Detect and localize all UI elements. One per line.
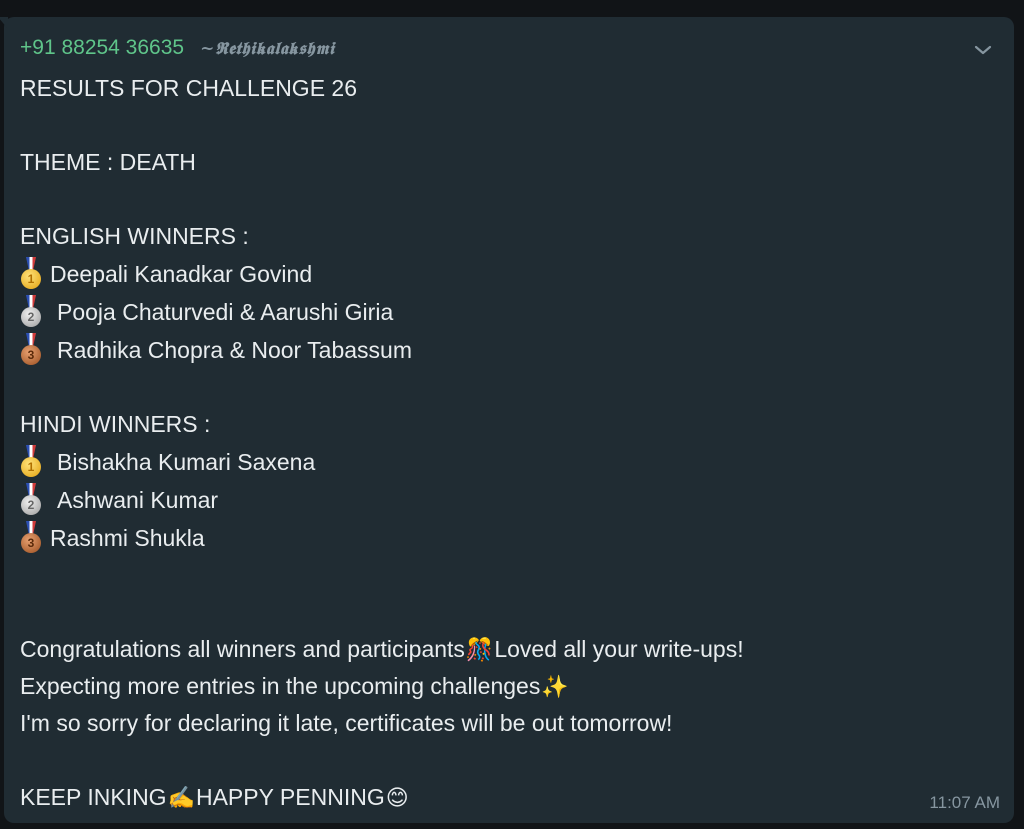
title-line: RESULTS FOR CHALLENGE 26	[20, 75, 358, 101]
hindi-winner-2: 2 Ashwani Kumar	[20, 481, 980, 519]
message-bubble[interactable]: +91 88254 36635 ~𝕽𝖊𝖙𝖍𝖎𝖐𝖆𝖑𝖆𝖐𝖘𝖍𝖒𝖎 RESULTS …	[0, 17, 1014, 823]
sender-phone[interactable]: +91 88254 36635	[20, 36, 184, 60]
party-popper-icon: 🎊	[465, 636, 494, 662]
english-winner-3: 3 Radhika Chopra & Noor Tabassum	[20, 331, 980, 369]
silver-medal-icon: 2	[20, 295, 42, 329]
hindi-winner-1: 1 Bishakha Kumari Saxena	[20, 443, 980, 481]
english-winner-2: 2 Pooja Chaturvedi & Aarushi Giria	[20, 293, 980, 331]
english-heading: ENGLISH WINNERS :	[20, 223, 249, 249]
silver-medal-icon: 2	[20, 483, 42, 517]
sparkles-icon: ✨	[541, 673, 569, 699]
sorry-line: I'm so sorry for declaring it late, cert…	[20, 710, 673, 736]
english-winner-1: 1 Deepali Kanadkar Govind	[20, 255, 980, 293]
message-text: RESULTS FOR CHALLENGE 26 THEME : DEATH E…	[20, 70, 980, 816]
smiling-face-icon: 😊	[385, 784, 409, 810]
hindi-heading: HINDI WINNERS :	[20, 411, 211, 437]
expecting-line: Expecting more entries in the upcoming c…	[20, 673, 569, 699]
closing-line: KEEP INKING ✍️ HAPPY PENNING 😊	[20, 784, 409, 810]
theme-line: THEME : DEATH	[20, 149, 196, 175]
chevron-down-icon[interactable]	[972, 39, 994, 61]
sender-name[interactable]: ~𝕽𝖊𝖙𝖍𝖎𝖐𝖆𝖑𝖆𝖐𝖘𝖍𝖒𝖎	[200, 39, 334, 59]
writing-hand-icon: ✍️	[167, 784, 195, 810]
bronze-medal-icon: 3	[20, 521, 42, 555]
bubble-tail	[0, 17, 8, 29]
congrats-line: Congratulations all winners and particip…	[20, 636, 744, 662]
bronze-medal-icon: 3	[20, 333, 42, 367]
sender-header: +91 88254 36635 ~𝕽𝖊𝖙𝖍𝖎𝖐𝖆𝖑𝖆𝖐𝖘𝖍𝖒𝖎	[20, 36, 335, 62]
hindi-winner-3: 3 Rashmi Shukla	[20, 519, 980, 557]
message-timestamp: 11:07 AM	[929, 793, 1000, 812]
gold-medal-icon: 1	[20, 257, 42, 291]
gold-medal-icon: 1	[20, 445, 42, 479]
